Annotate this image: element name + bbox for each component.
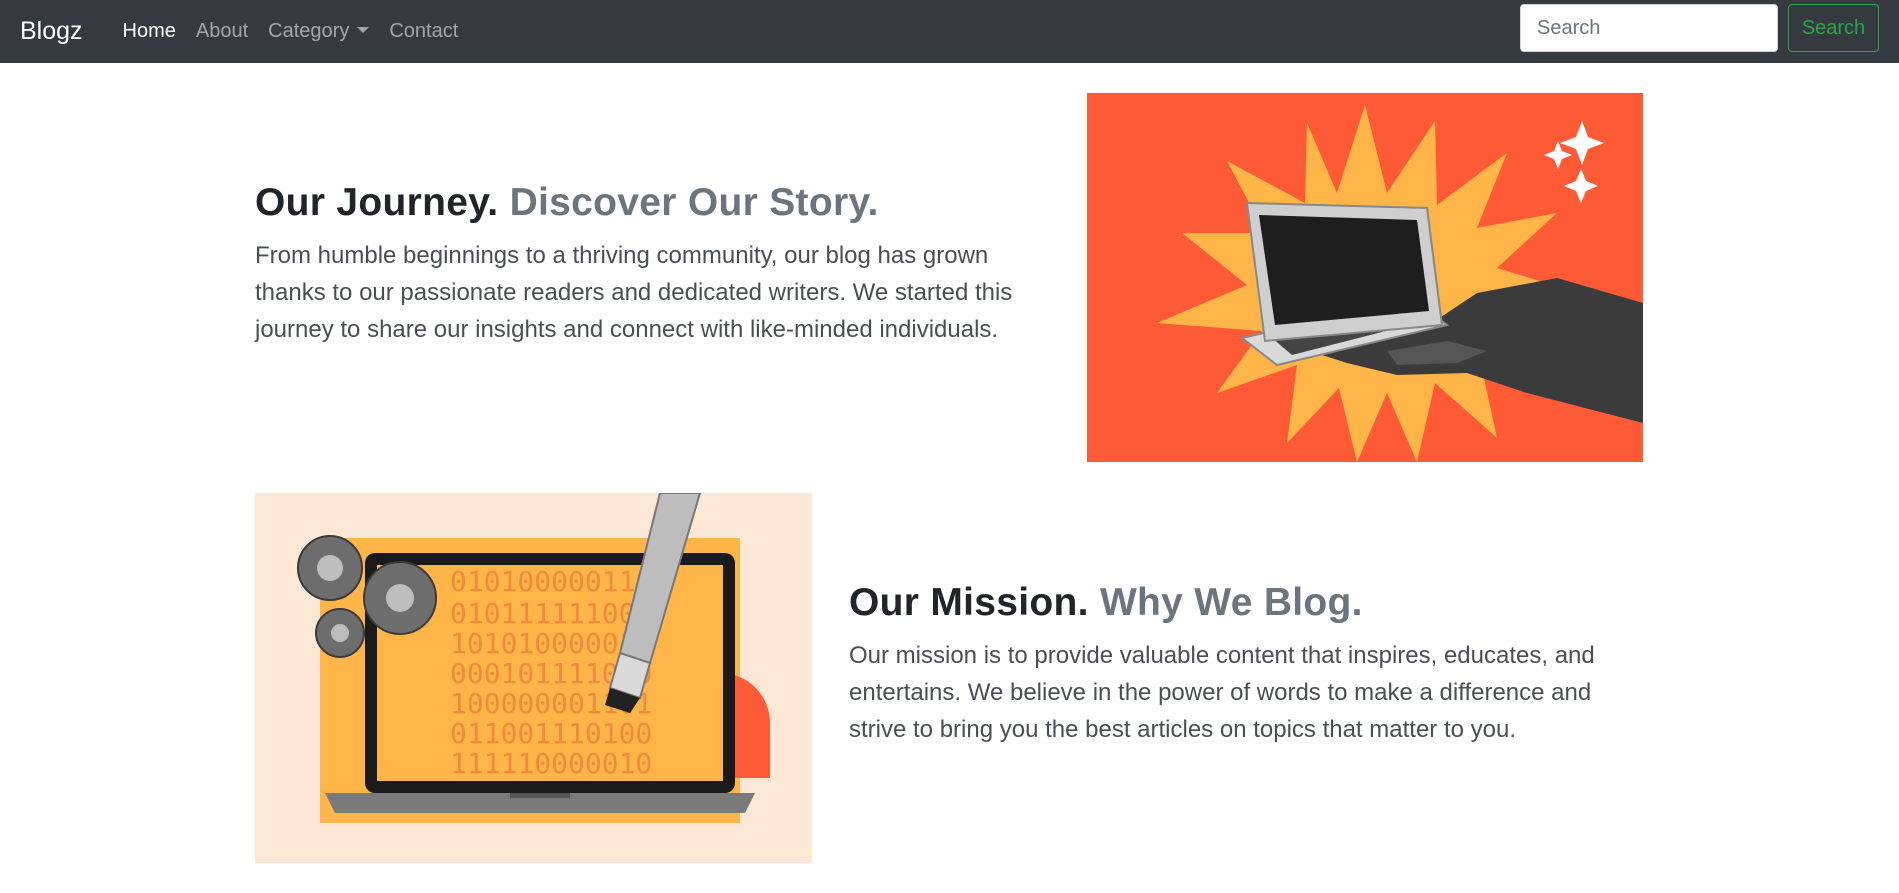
svg-text:111110000010: 111110000010 (450, 747, 652, 780)
mission-body: Our mission is to provide valuable conte… (849, 641, 1595, 743)
search-form: Search (1520, 4, 1879, 52)
nav-contact[interactable]: Contact (379, 20, 468, 43)
top-navbar: Blogz Home About Category Contact Search (0, 0, 1899, 63)
journey-heading: Our Journey. Discover Our Story. (255, 180, 1015, 227)
journey-text-block: Our Journey. Discover Our Story. From hu… (255, 180, 1015, 348)
mission-text-block: Our Mission. Why We Blog. Our mission is… (849, 580, 1649, 748)
mission-heading: Our Mission. Why We Blog. (849, 580, 1649, 627)
caret-down-icon (357, 27, 370, 33)
nav-category-label: Category (268, 20, 350, 42)
nav-about[interactable]: About (186, 20, 258, 43)
journey-subtitle: Discover Our Story. (509, 181, 879, 224)
svg-text:011001110100: 011001110100 (450, 717, 652, 750)
search-button[interactable]: Search (1788, 4, 1879, 52)
brand-logo[interactable]: Blogz (20, 17, 83, 46)
mission-subtitle: Why We Blog. (1099, 581, 1363, 624)
journey-title: Our Journey. (255, 181, 499, 224)
svg-text:010111111001: 010111111001 (450, 597, 652, 630)
nav-links: Home About Category Contact (113, 20, 469, 43)
laptop-in-hand-illustration (1087, 93, 1643, 462)
nav-category-dropdown[interactable]: Category (258, 20, 379, 43)
mission-title: Our Mission. (849, 581, 1089, 624)
svg-text:010100000110: 010100000110 (450, 565, 652, 598)
nav-home[interactable]: Home (113, 20, 186, 43)
search-input[interactable] (1520, 4, 1778, 52)
laptop-binary-gears-illustration: 010100000110 010111111001 101010000010 0… (255, 493, 812, 863)
journey-body: From humble beginnings to a thriving com… (255, 241, 1013, 343)
